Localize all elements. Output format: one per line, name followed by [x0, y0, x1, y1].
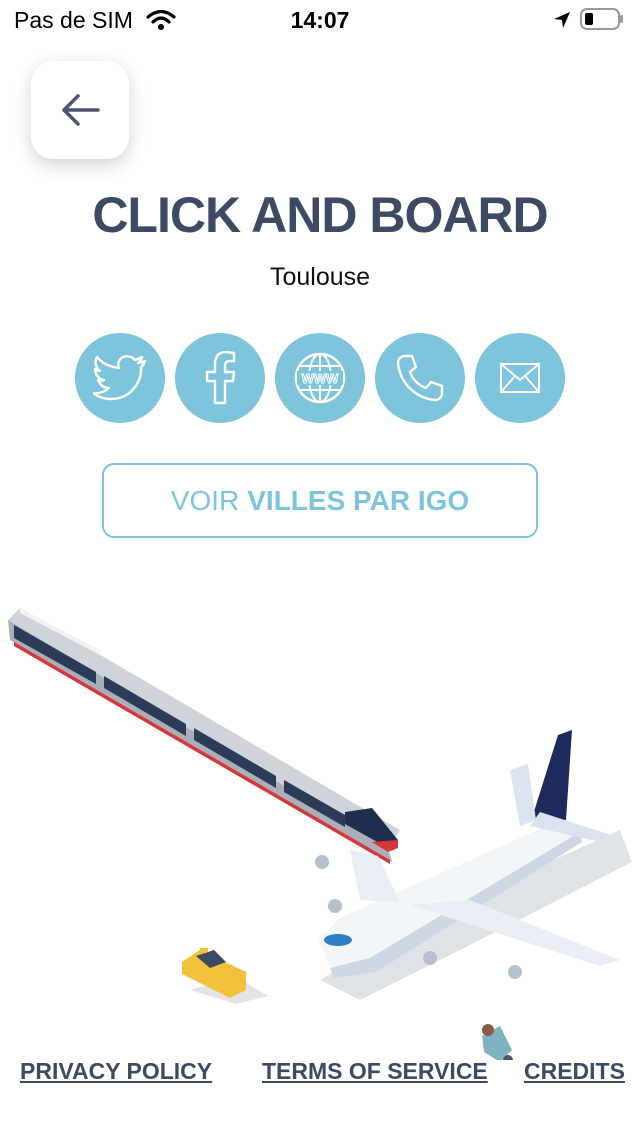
taxi-illustration [182, 948, 268, 1004]
arrow-left-icon [62, 94, 100, 126]
voir-prefix: VOIR [170, 484, 240, 516]
status-bar: Pas de SIM 14:07 [0, 0, 640, 40]
train-illustration [8, 608, 400, 864]
website-button[interactable]: WWW [275, 333, 365, 423]
twitter-button[interactable] [75, 333, 165, 423]
phone-icon [396, 354, 444, 402]
location-arrow-icon [552, 10, 572, 35]
city-label: Toulouse [269, 263, 371, 291]
scooter-illustration [482, 1024, 513, 1060]
email-button[interactable] [475, 333, 565, 423]
social-links: WWW [75, 333, 565, 423]
phone-button[interactable] [375, 333, 465, 423]
credits-link[interactable]: CREDITS [524, 1058, 625, 1085]
clock: 14:07 [290, 7, 350, 33]
terms-of-service-link[interactable]: TERMS OF SERVICE [262, 1058, 488, 1085]
twitter-icon [93, 355, 147, 401]
facebook-icon [205, 351, 236, 405]
page-title: CLICK AND BOARD [92, 187, 548, 243]
email-icon [500, 363, 540, 393]
back-button[interactable] [31, 61, 129, 159]
voir-villes-button[interactable]: VOIR VILLES PAR IGO [102, 463, 538, 538]
voir-emphasis: VILLES PAR IGO [247, 484, 470, 516]
privacy-policy-link[interactable]: PRIVACY POLICY [20, 1058, 212, 1085]
travel-illustration [8, 608, 632, 1060]
svg-text:WWW: WWW [302, 371, 340, 386]
battery-icon [580, 8, 624, 30]
website-icon: WWW [294, 352, 346, 404]
facebook-button[interactable] [175, 333, 265, 423]
